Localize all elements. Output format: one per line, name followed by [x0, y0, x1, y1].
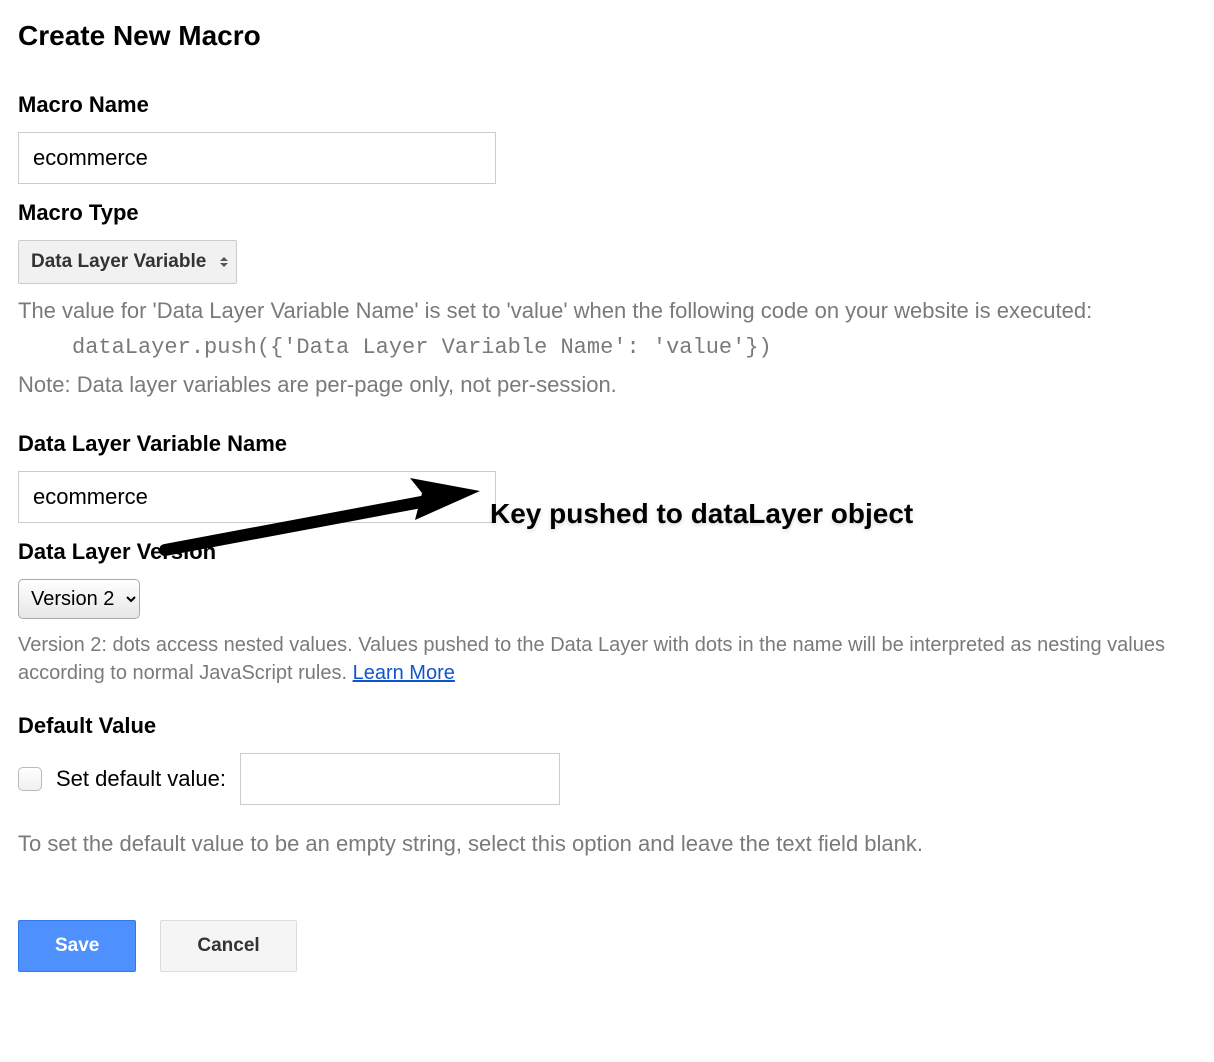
default-value-input[interactable]	[240, 753, 560, 805]
chevron-up-down-icon	[220, 257, 228, 267]
default-value-row: Set default value:	[18, 753, 1196, 805]
version-desc: Version 2: dots access nested values. Va…	[18, 631, 1196, 687]
macro-name-label: Macro Name	[18, 92, 1196, 118]
macro-name-input[interactable]	[18, 132, 496, 184]
default-value-label: Default Value	[18, 713, 1196, 739]
variable-name-input[interactable]	[18, 471, 496, 523]
macro-type-helper: The value for 'Data Layer Variable Name'…	[18, 294, 1196, 327]
variable-name-label: Data Layer Variable Name	[18, 431, 1196, 457]
annotation-text: Key pushed to dataLayer object	[490, 498, 913, 530]
learn-more-link[interactable]: Learn More	[353, 662, 455, 684]
default-value-helper: To set the default value to be an empty …	[18, 827, 1196, 860]
version-label: Data Layer Version	[18, 539, 1196, 565]
page-title: Create New Macro	[18, 20, 1196, 52]
version-desc-text: Version 2: dots access nested values. Va…	[18, 634, 1165, 684]
button-row: Save Cancel	[18, 920, 1196, 972]
default-value-checkbox-label: Set default value:	[56, 766, 226, 792]
macro-type-selected: Data Layer Variable	[31, 251, 206, 272]
macro-type-label: Macro Type	[18, 200, 1196, 226]
save-button[interactable]: Save	[18, 920, 136, 972]
version-select[interactable]: Version 2	[18, 579, 140, 619]
macro-type-code: dataLayer.push({'Data Layer Variable Nam…	[18, 331, 1196, 364]
default-value-checkbox[interactable]	[18, 767, 42, 791]
macro-type-note: Note: Data layer variables are per-page …	[18, 368, 1196, 401]
macro-type-select[interactable]: Data Layer Variable	[18, 240, 237, 284]
cancel-button[interactable]: Cancel	[160, 920, 296, 972]
